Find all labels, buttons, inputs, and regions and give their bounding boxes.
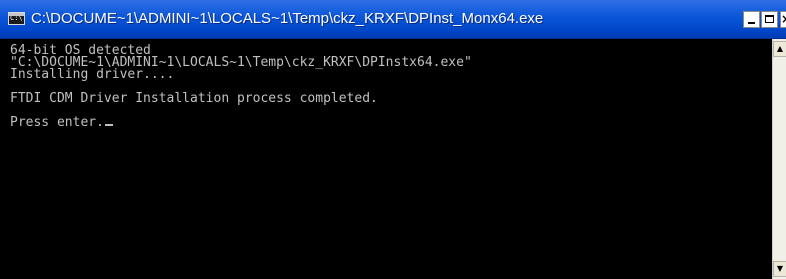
console-prompt-text: Press enter. <box>10 115 104 130</box>
close-button[interactable]: × <box>780 11 786 28</box>
maximize-button[interactable] <box>761 11 778 28</box>
window-title: C:\DOCUME~1\ADMINI~1\LOCALS~1\Temp\ckz_K… <box>31 10 544 27</box>
console-window: C:\ C:\DOCUME~1\ADMINI~1\LOCALS~1\Temp\c… <box>0 0 786 279</box>
console-output[interactable]: 64-bit OS detected "C:\DOCUME~1\ADMINI~1\… <box>0 39 772 279</box>
minimize-button[interactable] <box>743 11 760 28</box>
console-prompt-line: Press enter. <box>10 115 772 130</box>
arrow-down-icon: ▼ <box>776 264 784 273</box>
scroll-down-button[interactable]: ▼ <box>773 261 786 277</box>
close-icon: × <box>781 12 786 26</box>
console-line: Installing driver.... <box>10 67 175 82</box>
text-cursor <box>104 124 113 126</box>
console-app-icon-label: C:\ <box>10 14 23 22</box>
minimize-icon <box>748 22 755 24</box>
vertical-scrollbar[interactable]: ▲ ▼ <box>772 39 786 279</box>
console-line: FTDI CDM Driver Installation process com… <box>10 91 378 106</box>
maximize-icon <box>765 15 774 23</box>
title-bar[interactable]: C:\ C:\DOCUME~1\ADMINI~1\LOCALS~1\Temp\c… <box>0 0 786 39</box>
arrow-up-icon: ▲ <box>776 44 784 53</box>
console-app-icon[interactable]: C:\ <box>8 12 25 25</box>
scroll-up-button[interactable]: ▲ <box>773 41 786 57</box>
